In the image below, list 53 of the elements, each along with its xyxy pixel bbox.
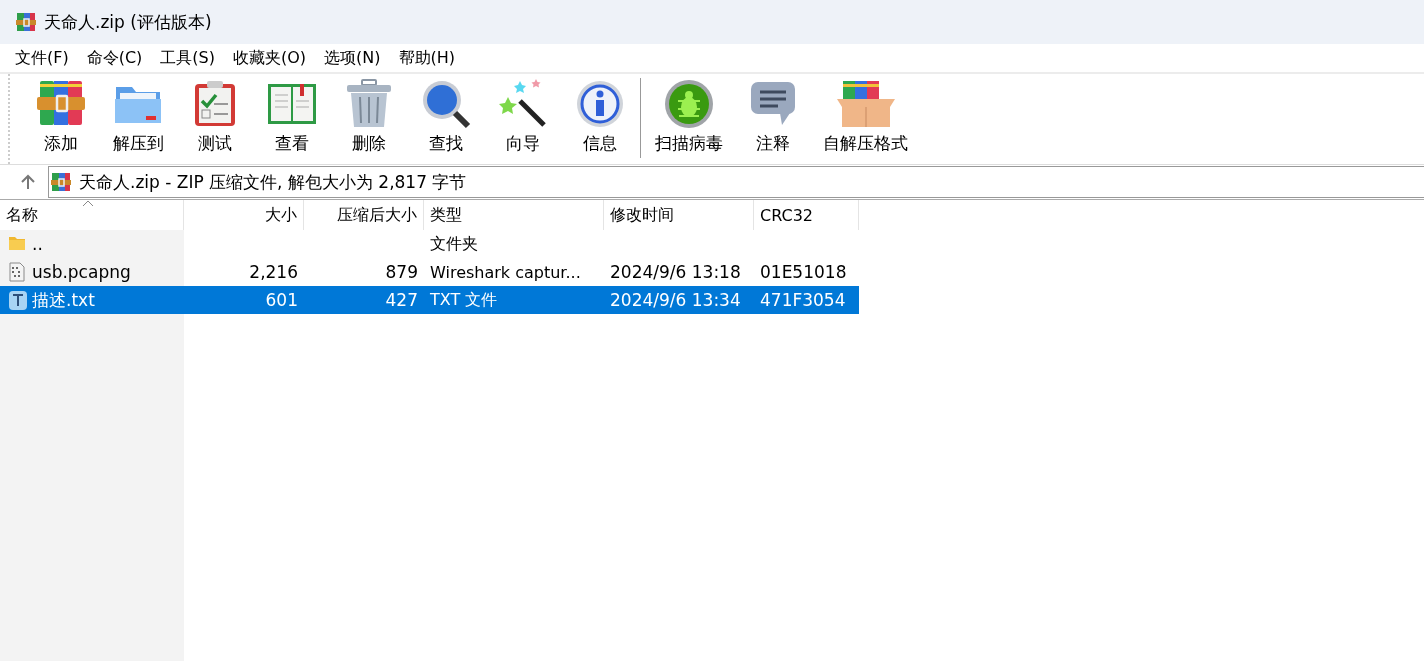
toolbar-button[interactable]: 向导: [490, 74, 556, 155]
box-icon: [834, 79, 897, 129]
toolbar-button[interactable]: 解压到: [105, 74, 171, 155]
column-header[interactable]: 类型: [424, 200, 604, 230]
packed-size-cell: 879: [385, 262, 418, 282]
window-title: 天命人.zip (评估版本): [44, 10, 212, 34]
toolbar-button[interactable]: 自解压格式: [817, 74, 914, 155]
column-header[interactable]: 修改时间: [604, 200, 754, 230]
file-name: ..: [32, 234, 43, 254]
type-cell: 文件夹: [430, 233, 478, 255]
crc-cell: 471F3054: [760, 290, 846, 310]
info-icon: [575, 79, 625, 129]
menu-item[interactable]: 工具(S): [151, 47, 224, 69]
binary-file-icon: [8, 262, 28, 282]
file-row[interactable]: usb.pcapng 2,216 879 Wireshark captur... 2024/9/6 13:18 01E51018: [0, 258, 859, 286]
modified-time-cell: 2024/9/6 13:18: [610, 262, 741, 282]
bug-icon: [664, 79, 714, 129]
column-header[interactable]: CRC32: [754, 200, 859, 230]
size-cell: 601: [265, 290, 298, 310]
toolbar-button[interactable]: 注释: [740, 74, 806, 155]
type-cell: Wireshark captur...: [430, 262, 581, 282]
type-cell: TXT 文件: [430, 289, 498, 311]
archive-icon: [51, 172, 71, 192]
file-name: 描述.txt: [32, 288, 95, 312]
file-row[interactable]: 描述.txt 601 427 TXT 文件 2024/9/6 13:34 471F3054: [0, 286, 859, 314]
address-field[interactable]: 天命人.zip - ZIP 压缩文件, 解包大小为 2,817 字节: [48, 166, 1424, 198]
packed-size-cell: 427: [385, 290, 418, 310]
trash-icon: [344, 79, 394, 129]
toolbar-button[interactable]: 添加: [28, 74, 94, 155]
menu-item[interactable]: 收藏夹(O): [224, 47, 316, 69]
toolbar-button[interactable]: 扫描病毒: [649, 74, 729, 155]
modified-time-cell: 2024/9/6 13:34: [610, 290, 741, 310]
search-icon: [421, 79, 471, 129]
toolbar-button[interactable]: 测试: [182, 74, 248, 155]
up-arrow-icon: [20, 174, 36, 190]
toolbar-button[interactable]: 信息: [567, 74, 633, 155]
archive-logo-icon: [16, 12, 36, 32]
column-header[interactable]: 大小: [184, 200, 304, 230]
crc-cell: 01E51018: [760, 262, 847, 282]
column-header[interactable]: 压缩后大小: [304, 200, 424, 230]
toolbar-button[interactable]: 删除: [336, 74, 402, 155]
toolbar-button[interactable]: 查找: [413, 74, 479, 155]
menu-item[interactable]: 帮助(H): [389, 47, 465, 69]
menu-item[interactable]: 命令(C): [77, 47, 152, 69]
toolbar-button[interactable]: 查看: [259, 74, 325, 155]
menu-item[interactable]: 文件(F): [6, 47, 78, 69]
file-name: usb.pcapng: [32, 262, 131, 282]
magic-wand-icon: [498, 79, 548, 129]
size-cell: 2,216: [249, 262, 298, 282]
text-file-icon: [8, 290, 28, 310]
file-row[interactable]: .. 文件夹: [0, 230, 859, 258]
menu-item[interactable]: 选项(N): [315, 47, 390, 69]
column-header[interactable]: 名称: [0, 200, 184, 230]
